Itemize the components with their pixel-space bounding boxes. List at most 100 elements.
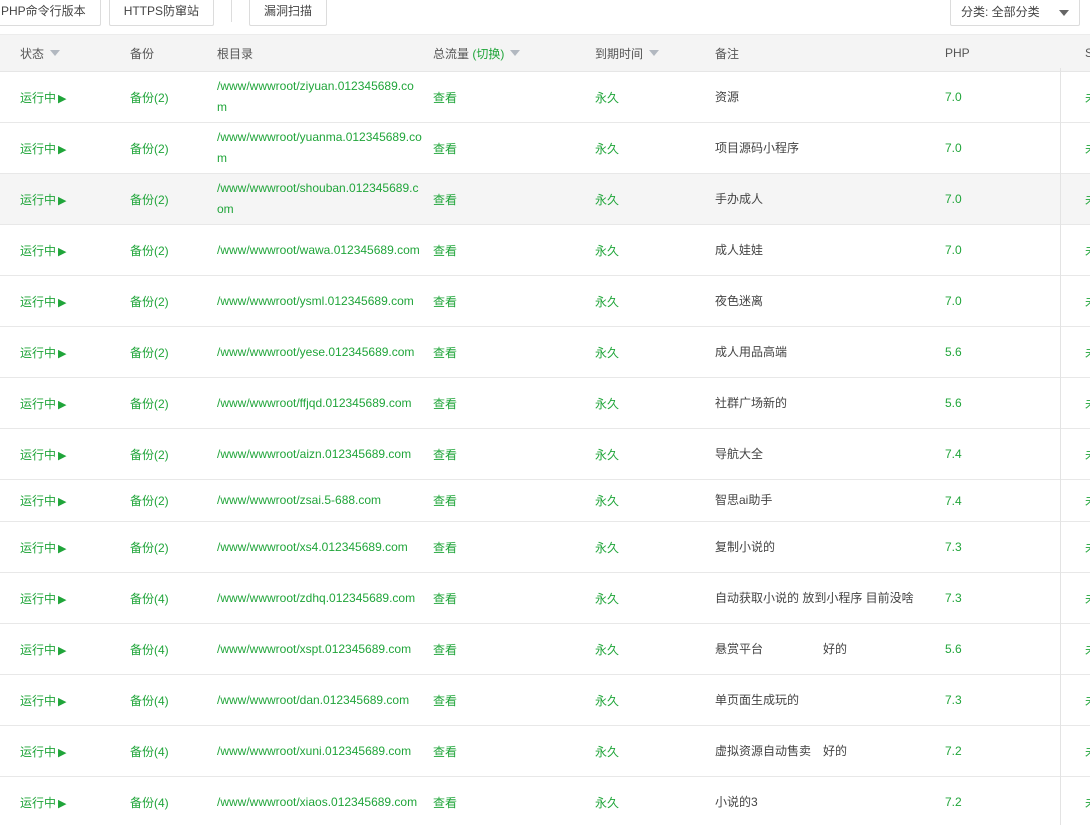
root-dir-link[interactable]: /www/wwwroot/xs4.012345689.com [217,537,433,558]
remark-text[interactable]: 小说的3 [715,794,945,811]
remark-text[interactable]: 手办成人 [715,191,945,208]
play-icon: ▶ [58,450,66,462]
remark-text[interactable]: 资源 [715,89,945,106]
backup-link[interactable]: 备份(2) [130,539,217,556]
traffic-view-link[interactable]: 查看 [433,492,595,509]
expire-time-value: 永久 [595,492,715,509]
site-status-toggle[interactable]: 运行中▶ [0,590,130,607]
play-icon: ▶ [58,594,66,606]
remark-text[interactable]: 智思ai助手 [715,492,945,509]
root-dir-link[interactable]: /www/wwwroot/wawa.012345689.com [217,240,433,261]
table-row: 运行中▶ 备份(2) /www/wwwroot/yuanma.012345689… [0,123,1090,174]
site-status-toggle[interactable]: 运行中▶ [0,743,130,760]
header-expire-label: 到期时间 [595,47,643,61]
traffic-view-link[interactable]: 查看 [433,641,595,658]
traffic-view-link[interactable]: 查看 [433,344,595,361]
traffic-view-link[interactable]: 查看 [433,794,595,811]
backup-link[interactable]: 备份(4) [130,692,217,709]
site-status-toggle[interactable]: 运行中▶ [0,395,130,412]
backup-link[interactable]: 备份(4) [130,743,217,760]
root-dir-link[interactable]: /www/wwwroot/yese.012345689.com [217,342,433,363]
php-cli-version-button[interactable]: PHP命令行版本 [0,0,101,26]
root-dir-link[interactable]: /www/wwwroot/xiaos.012345689.com [217,792,433,813]
traffic-view-link[interactable]: 查看 [433,89,595,106]
traffic-view-link[interactable]: 查看 [433,395,595,412]
remark-text[interactable]: 项目源码小程序 [715,140,945,157]
remark-text[interactable]: 夜色迷离 [715,293,945,310]
backup-link[interactable]: 备份(2) [130,293,217,310]
site-status-toggle[interactable]: 运行中▶ [0,242,130,259]
site-status-toggle[interactable]: 运行中▶ [0,140,130,157]
traffic-view-link[interactable]: 查看 [433,743,595,760]
remark-text[interactable]: 单页面生成玩的 [715,692,945,709]
php-version-value: 7.0 [945,141,1062,155]
table-row: 运行中▶ 备份(2) /www/wwwroot/ysml.012345689.c… [0,276,1090,327]
backup-link[interactable]: 备份(2) [130,140,217,157]
backup-link[interactable]: 备份(2) [130,242,217,259]
traffic-view-link[interactable]: 查看 [433,692,595,709]
backup-link[interactable]: 备份(2) [130,191,217,208]
remark-text[interactable]: 复制小说的 [715,539,945,556]
backup-link[interactable]: 备份(2) [130,446,217,463]
root-dir-link[interactable]: /www/wwwroot/yuanma.012345689.com [217,127,433,169]
root-dir-link[interactable]: /www/wwwroot/aizn.012345689.com [217,444,433,465]
vulnerability-scan-button[interactable]: 漏洞扫描 [249,0,327,26]
traffic-view-link[interactable]: 查看 [433,242,595,259]
site-status-toggle[interactable]: 运行中▶ [0,89,130,106]
table-row: 运行中▶ 备份(4) /www/wwwroot/zdhq.012345689.c… [0,573,1090,624]
expire-time-value: 永久 [595,539,715,556]
backup-link[interactable]: 备份(2) [130,89,217,106]
site-status-toggle[interactable]: 运行中▶ [0,344,130,361]
header-status[interactable]: 状态 [0,45,130,62]
root-dir-link[interactable]: /www/wwwroot/dan.012345689.com [217,690,433,711]
site-status-toggle[interactable]: 运行中▶ [0,692,130,709]
traffic-view-link[interactable]: 查看 [433,590,595,607]
remark-text[interactable]: 悬赏平台 好的 [715,641,945,658]
header-traffic[interactable]: 总流量 (切换) [433,45,595,62]
remark-text[interactable]: 成人用品高端 [715,344,945,361]
ssl-clipped-value: 未 [1062,395,1090,412]
backup-link[interactable]: 备份(4) [130,590,217,607]
category-filter-select[interactable]: 分类: 全部分类 [950,0,1080,26]
root-dir-link[interactable]: /www/wwwroot/ffjqd.012345689.com [217,393,433,414]
play-icon: ▶ [58,645,66,657]
site-status-toggle[interactable]: 运行中▶ [0,492,130,509]
remark-text[interactable]: 社群广场新的 [715,395,945,412]
backup-link[interactable]: 备份(2) [130,395,217,412]
remark-text[interactable]: 成人娃娃 [715,242,945,259]
root-dir-link[interactable]: /www/wwwroot/xuni.012345689.com [217,741,433,762]
root-dir-link[interactable]: /www/wwwroot/shouban.012345689.com [217,178,433,220]
status-label: 运行中 [20,346,56,360]
site-status-toggle[interactable]: 运行中▶ [0,293,130,310]
traffic-view-link[interactable]: 查看 [433,539,595,556]
root-dir-link[interactable]: /www/wwwroot/zsai.5-688.com [217,490,433,511]
site-status-toggle[interactable]: 运行中▶ [0,794,130,811]
remark-text[interactable]: 导航大全 [715,446,945,463]
remark-text[interactable]: 自动获取小说的 放到小程序 目前没啥 [715,590,945,607]
status-label: 运行中 [20,244,56,258]
backup-link[interactable]: 备份(4) [130,794,217,811]
root-dir-link[interactable]: /www/wwwroot/ziyuan.012345689.com [217,76,433,118]
traffic-view-link[interactable]: 查看 [433,293,595,310]
site-status-toggle[interactable]: 运行中▶ [0,446,130,463]
backup-link[interactable]: 备份(4) [130,641,217,658]
traffic-view-link[interactable]: 查看 [433,191,595,208]
site-status-toggle[interactable]: 运行中▶ [0,539,130,556]
https-anti-hijack-button[interactable]: HTTPS防窜站 [109,0,214,26]
root-dir-link[interactable]: /www/wwwroot/ysml.012345689.com [217,291,433,312]
ssl-clipped-value: 未 [1062,293,1090,310]
root-dir-link[interactable]: /www/wwwroot/xspt.012345689.com [217,639,433,660]
site-status-toggle[interactable]: 运行中▶ [0,641,130,658]
expire-time-value: 永久 [595,293,715,310]
expire-time-value: 永久 [595,743,715,760]
remark-text[interactable]: 虚拟资源自动售卖 好的 [715,743,945,760]
header-expire-time[interactable]: 到期时间 [595,45,715,62]
root-dir-link[interactable]: /www/wwwroot/zdhq.012345689.com [217,588,433,609]
traffic-view-link[interactable]: 查看 [433,446,595,463]
ssl-clipped-value: 未 [1062,641,1090,658]
traffic-view-link[interactable]: 查看 [433,140,595,157]
backup-link[interactable]: 备份(2) [130,492,217,509]
backup-link[interactable]: 备份(2) [130,344,217,361]
traffic-switch-link[interactable]: (切换) [472,47,504,61]
site-status-toggle[interactable]: 运行中▶ [0,191,130,208]
